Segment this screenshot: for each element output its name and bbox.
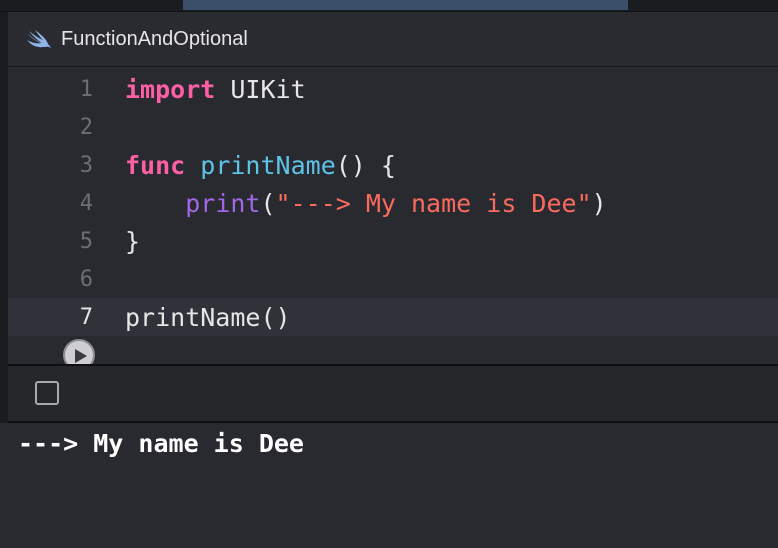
checkbox-icon[interactable] (35, 381, 59, 405)
line-number: 6 (79, 266, 93, 292)
console-toolbar (8, 366, 778, 423)
code-line: 6 (8, 260, 778, 298)
run-button[interactable] (63, 339, 95, 364)
line-number: 7 (79, 304, 93, 330)
code-line-current: 7 printName() (8, 298, 778, 336)
code-text[interactable]: printName() (125, 303, 291, 332)
code-text[interactable]: import UIKit (125, 75, 306, 104)
line-number: 1 (79, 76, 93, 102)
swift-logo-icon (27, 30, 51, 48)
play-icon (75, 349, 87, 363)
code-text[interactable]: print("---> My name is Dee") (125, 189, 606, 218)
line-number: 5 (79, 228, 93, 254)
code-line: 5 } (8, 222, 778, 260)
line-number: 4 (79, 190, 93, 216)
line-number: 3 (79, 152, 93, 178)
console-output: ---> My name is Dee (18, 429, 304, 458)
code-line: 2 (8, 108, 778, 146)
code-line: 4 print("---> My name is Dee") (8, 184, 778, 222)
file-header: FunctionAndOptional (8, 12, 778, 67)
code-line: 3 func printName() { (8, 146, 778, 184)
code-editor[interactable]: 1 import UIKit 2 3 func printName() { 4 … (8, 67, 778, 364)
code-text[interactable]: func printName() { (125, 151, 396, 180)
active-tab-strip[interactable] (183, 0, 628, 10)
console-area[interactable]: ---> My name is Dee (0, 423, 778, 548)
file-title: FunctionAndOptional (61, 27, 248, 50)
top-tab-bar (0, 0, 778, 12)
code-text[interactable]: } (125, 227, 140, 256)
line-number: 2 (79, 114, 93, 140)
code-line: 1 import UIKit (8, 70, 778, 108)
